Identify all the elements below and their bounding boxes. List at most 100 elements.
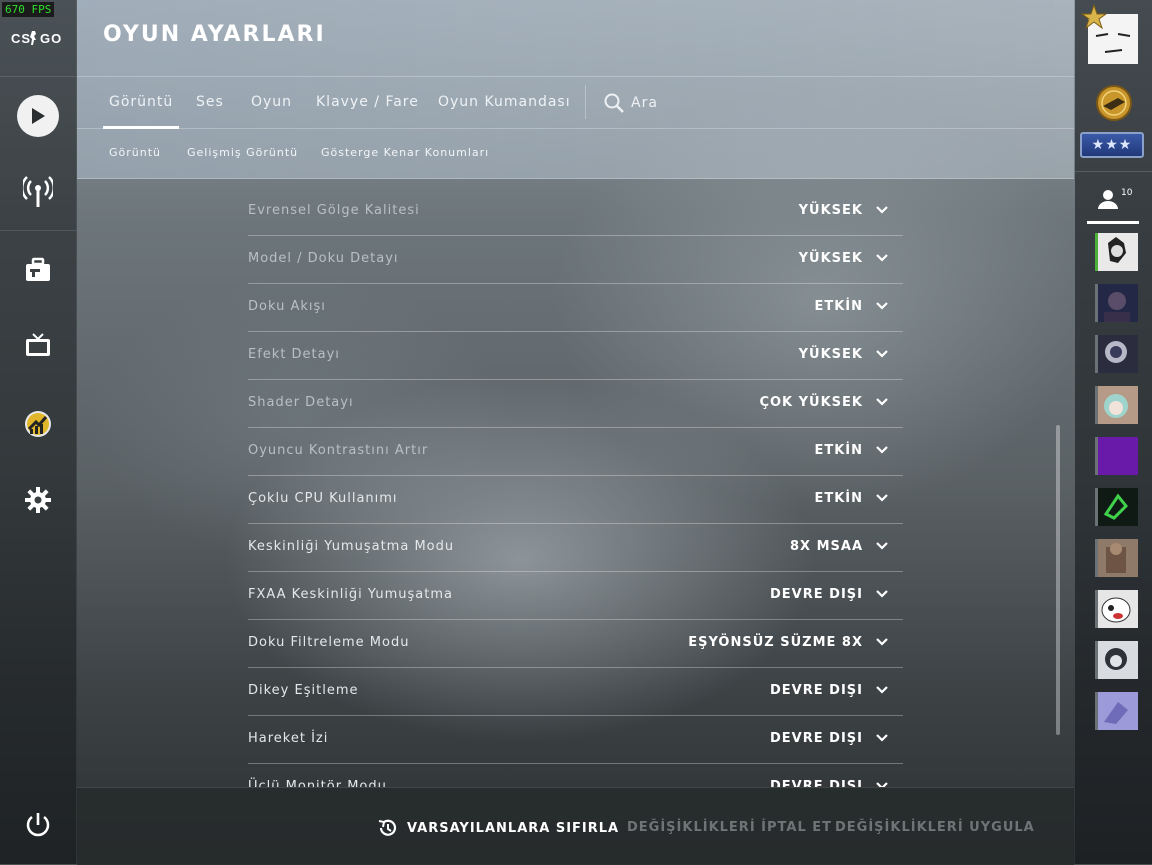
setting-row[interactable]: Keskinliği Yumuşatma Modu 8X MSAA (248, 523, 903, 572)
chevron-down-icon (876, 734, 888, 742)
rank-badge[interactable]: ★★★ (1080, 132, 1144, 158)
setting-row[interactable]: Üçlü Monitör Modu DEVRE DIŞI (248, 763, 903, 787)
operation-coin-icon (25, 411, 51, 437)
setting-row[interactable]: Dikey Eşitleme DEVRE DIŞI (248, 667, 903, 716)
setting-label: Çoklu CPU Kullanımı (248, 491, 398, 506)
setting-value-dropdown[interactable]: ETKİN (814, 491, 863, 506)
setting-label: Efekt Detayı (248, 347, 340, 362)
chevron-down-icon (876, 446, 888, 454)
setting-label: Model / Doku Detayı (248, 251, 399, 266)
setting-label: Doku Akışı (248, 299, 326, 314)
settings-button[interactable] (0, 470, 76, 530)
chevron-down-icon (876, 398, 888, 406)
watch-button[interactable] (0, 316, 76, 376)
subtab-hud-edge-positions[interactable]: Gösterge Kenar Konumları (321, 146, 489, 159)
chevron-down-icon (876, 254, 888, 262)
reset-defaults-label: VARSAYILANLARA SIFIRLA (407, 820, 620, 836)
setting-value-dropdown[interactable]: EŞYÖNSÜZ SÜZME 8X (688, 635, 863, 650)
search-button[interactable]: Ara (603, 77, 658, 128)
inventory-button[interactable] (0, 240, 76, 300)
friend-avatar[interactable] (1095, 692, 1138, 730)
tab-keyboard-mouse[interactable]: Klavye / Fare (316, 77, 419, 128)
chevron-down-icon (876, 350, 888, 358)
chevron-down-icon (876, 542, 888, 550)
setting-label: Dikey Eşitleme (248, 683, 359, 698)
left-sidebar: CS GO (0, 0, 77, 864)
friend-avatar[interactable] (1095, 488, 1138, 526)
setting-row[interactable]: Doku Akışı ETKİN (248, 283, 903, 332)
setting-row[interactable]: Hareket İzi DEVRE DIŞI (248, 715, 903, 764)
setting-row[interactable]: Shader Detayı ÇOK YÜKSEK (248, 379, 903, 428)
broadcast-icon (23, 176, 53, 207)
friend-avatar[interactable] (1095, 233, 1138, 271)
chevron-down-icon (876, 782, 888, 787)
tab-video[interactable]: Görüntü (102, 77, 180, 129)
sidebar-divider (0, 230, 76, 231)
watch-broadcast-button[interactable] (0, 162, 76, 222)
rank-stars-icon: ★★★ (1091, 137, 1133, 153)
csgo-logo-icon: CS GO (11, 31, 61, 46)
page-title: OYUN AYARLARI (103, 22, 326, 47)
play-button[interactable] (0, 86, 76, 146)
right-sidebar: ★★★ 10 (1075, 0, 1152, 864)
apply-changes-button[interactable]: DEĞİŞİKLİKLERİ UYGULA (835, 820, 1035, 835)
chevron-down-icon (876, 494, 888, 502)
tab-audio[interactable]: Ses (196, 77, 224, 128)
quit-button[interactable] (0, 795, 76, 855)
tab-controller[interactable]: Oyun Kumandası (438, 77, 571, 128)
briefcase-icon (26, 257, 50, 281)
svg-text:CS: CS (11, 31, 31, 46)
setting-row[interactable]: Efekt Detayı YÜKSEK (248, 331, 903, 380)
friend-avatar[interactable] (1095, 590, 1138, 628)
setting-value-dropdown[interactable]: YÜKSEK (799, 203, 863, 218)
service-medal-icon[interactable] (1094, 84, 1134, 122)
cancel-changes-button[interactable]: DEĞİŞİKLİKLERİ İPTAL ET (627, 820, 832, 835)
setting-value-dropdown[interactable]: DEVRE DIŞI (770, 779, 863, 787)
setting-row[interactable]: Model / Doku Detayı YÜKSEK (248, 235, 903, 284)
setting-value-dropdown[interactable]: ETKİN (814, 443, 863, 458)
search-label: Ara (631, 94, 658, 111)
setting-value-dropdown[interactable]: YÜKSEK (799, 251, 863, 266)
footer-bar: VARSAYILANLARA SIFIRLA DEĞİŞİKLİKLERİ İP… (77, 787, 1074, 865)
friend-avatar[interactable] (1095, 437, 1138, 475)
setting-label: Keskinliği Yumuşatma Modu (248, 539, 455, 554)
setting-row[interactable]: Doku Filtreleme Modu EŞYÖNSÜZ SÜZME 8X (248, 619, 903, 668)
friend-avatar[interactable] (1095, 284, 1138, 322)
chevron-down-icon (876, 638, 888, 646)
setting-value-dropdown[interactable]: 8X MSAA (790, 539, 863, 554)
setting-value-dropdown[interactable]: DEVRE DIŞI (770, 587, 863, 602)
scrollbar[interactable] (1056, 425, 1060, 735)
friend-avatar[interactable] (1095, 641, 1138, 679)
setting-row[interactable]: Çoklu CPU Kullanımı ETKİN (248, 475, 903, 524)
setting-value-dropdown[interactable]: YÜKSEK (799, 347, 863, 362)
friends-icon (1098, 190, 1118, 209)
fps-counter: 670 FPS (2, 2, 55, 17)
chevron-down-icon (876, 590, 888, 598)
friend-avatar[interactable] (1095, 539, 1138, 577)
settings-list: Evrensel Gölge Kalitesi YÜKSEK Model / Dok… (248, 187, 903, 787)
subtab-video[interactable]: Görüntü (109, 146, 161, 159)
right-sidebar-divider (1075, 171, 1152, 172)
setting-value-dropdown[interactable]: ETKİN (814, 299, 863, 314)
friend-avatar[interactable] (1095, 386, 1138, 424)
settings-header: OYUN AYARLARI Görüntü Ses Oyun Klavye / … (77, 0, 1074, 179)
reset-defaults-button[interactable]: VARSAYILANLARA SIFIRLA (377, 817, 619, 839)
gear-icon (25, 487, 51, 513)
operation-button[interactable] (0, 394, 76, 454)
setting-row[interactable]: Oyuncu Kontrastını Artır ETKİN (248, 427, 903, 476)
setting-row[interactable]: FXAA Keskinliği Yumuşatma DEVRE DIŞI (248, 571, 903, 620)
setting-label: Oyuncu Kontrastını Artır (248, 443, 429, 458)
subtab-advanced-video[interactable]: Gelişmiş Görüntü (187, 146, 298, 159)
tv-icon (26, 333, 50, 356)
power-icon (26, 813, 50, 837)
tab-game[interactable]: Oyun (251, 77, 292, 128)
friends-button[interactable]: 10 (1097, 188, 1132, 214)
setting-value-dropdown[interactable]: ÇOK YÜKSEK (759, 395, 863, 410)
setting-value-dropdown[interactable]: DEVRE DIŞI (770, 683, 863, 698)
play-icon (17, 95, 59, 137)
friend-avatar[interactable] (1095, 335, 1138, 373)
setting-value-dropdown[interactable]: DEVRE DIŞI (770, 731, 863, 746)
star-medal-icon (1081, 4, 1107, 30)
chevron-down-icon (876, 686, 888, 694)
setting-row[interactable]: Evrensel Gölge Kalitesi YÜKSEK (248, 187, 903, 236)
